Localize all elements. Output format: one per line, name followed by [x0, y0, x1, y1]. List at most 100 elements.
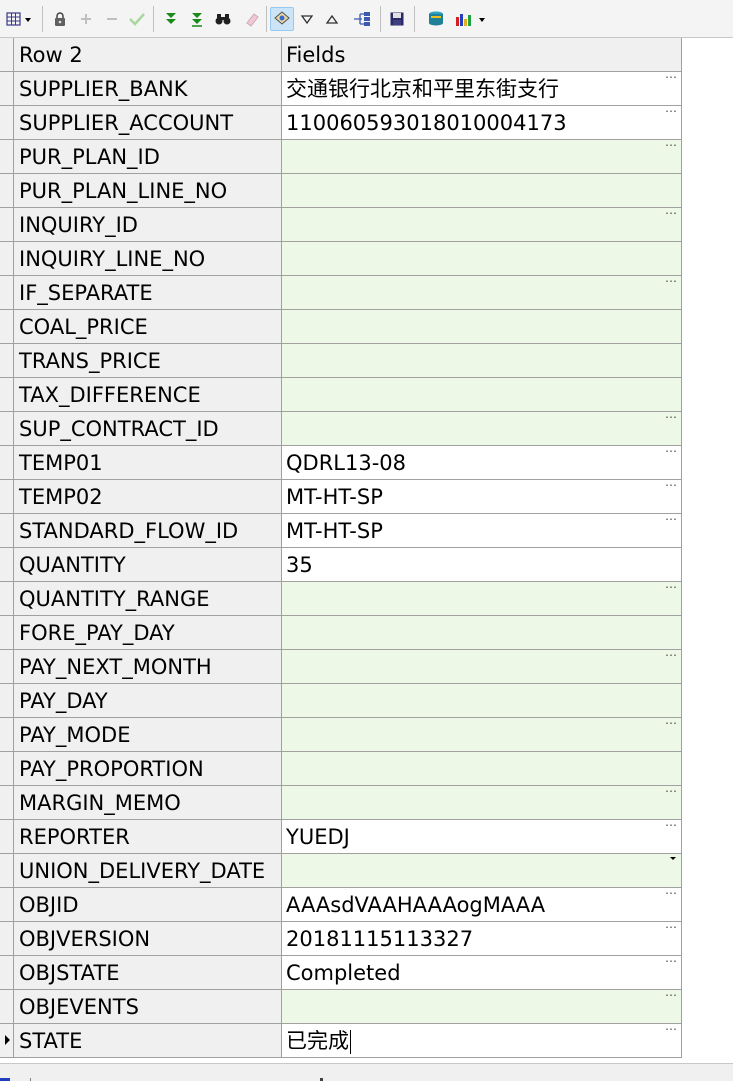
field-value-cell[interactable]: … [282, 276, 681, 309]
table-row[interactable]: COAL_PRICE [0, 310, 681, 344]
row-indicator[interactable] [0, 344, 14, 377]
field-value-cell[interactable] [282, 174, 681, 207]
field-value-cell[interactable]: MT-HT-SP… [282, 514, 681, 547]
row-indicator[interactable] [0, 684, 14, 717]
table-row[interactable]: STATE 已完成… [0, 1024, 681, 1058]
table-row[interactable]: OBJVERSION 20181115113327… [0, 922, 681, 956]
table-row[interactable]: QUANTITY_RANGE… [0, 582, 681, 616]
field-value-cell[interactable] [282, 854, 681, 887]
horizontal-scrollbar[interactable] [0, 1063, 733, 1081]
cell-ellipsis-button[interactable]: … [665, 718, 677, 728]
table-row[interactable]: REPORTER YUEDJ… [0, 820, 681, 854]
chart-icon[interactable] [453, 9, 489, 29]
table-row[interactable]: INQUIRY_ID… [0, 208, 681, 242]
field-value-cell[interactable] [282, 242, 681, 275]
table-row[interactable]: TEMP02 MT-HT-SP… [0, 480, 681, 514]
table-row[interactable]: QUANTITY 35 [0, 548, 681, 582]
remove-icon[interactable] [102, 9, 122, 29]
cell-ellipsis-button[interactable]: … [665, 514, 677, 524]
sort-desc-icon[interactable] [161, 9, 181, 29]
table-row[interactable]: INQUIRY_LINE_NO [0, 242, 681, 276]
filter-down-icon[interactable] [187, 9, 207, 29]
row-indicator[interactable] [0, 106, 14, 139]
row-indicator[interactable] [0, 378, 14, 411]
table-row[interactable]: STANDARD_FLOW_ID MT-HT-SP… [0, 514, 681, 548]
field-value-cell[interactable] [282, 344, 681, 377]
table-row[interactable]: UNION_DELIVERY_DATE [0, 854, 681, 888]
row-indicator[interactable] [0, 820, 14, 853]
cell-ellipsis-button[interactable]: … [665, 956, 677, 966]
field-value-cell[interactable]: … [282, 412, 681, 445]
cell-ellipsis-button[interactable]: … [665, 140, 677, 150]
cell-ellipsis-button[interactable]: … [665, 786, 677, 796]
row-indicator[interactable] [0, 548, 14, 581]
tree-icon[interactable] [352, 9, 372, 29]
field-value-cell[interactable]: QDRL13-08… [282, 446, 681, 479]
table-row[interactable]: OBJSTATE Completed… [0, 956, 681, 990]
row-indicator[interactable] [0, 208, 14, 241]
cell-ellipsis-button[interactable]: … [665, 582, 677, 592]
cell-ellipsis-button[interactable]: … [665, 480, 677, 490]
eraser-icon[interactable] [242, 9, 262, 29]
field-value-cell[interactable]: … [282, 582, 681, 615]
row-indicator[interactable] [0, 854, 14, 887]
cell-ellipsis-button[interactable]: … [665, 820, 677, 830]
cell-ellipsis-button[interactable]: … [665, 1024, 677, 1034]
row-indicator[interactable] [0, 650, 14, 683]
field-value-cell[interactable]: 交通银行北京和平里东街支行… [282, 72, 681, 105]
grid-view-icon[interactable] [4, 9, 34, 29]
cell-ellipsis-button[interactable]: … [665, 208, 677, 218]
check-icon[interactable] [127, 9, 147, 29]
field-value-cell[interactable]: YUEDJ… [282, 820, 681, 853]
row-indicator[interactable] [0, 990, 14, 1023]
table-row[interactable]: PAY_PROPORTION [0, 752, 681, 786]
row-indicator[interactable] [0, 922, 14, 955]
field-value-cell[interactable]: 已完成… [282, 1024, 681, 1057]
cell-ellipsis-button[interactable]: … [665, 72, 677, 82]
row-indicator[interactable] [0, 140, 14, 173]
cell-ellipsis-button[interactable]: … [665, 650, 677, 660]
field-value-cell[interactable]: … [282, 990, 681, 1023]
field-value-cell[interactable] [282, 310, 681, 343]
table-row[interactable]: PAY_MODE… [0, 718, 681, 752]
row-indicator[interactable] [0, 582, 14, 615]
row-indicator[interactable] [0, 888, 14, 921]
field-value-cell[interactable] [282, 752, 681, 785]
field-value-cell[interactable]: … [282, 786, 681, 819]
row-indicator[interactable] [0, 514, 14, 547]
row-indicator[interactable] [0, 276, 14, 309]
cell-ellipsis-button[interactable]: … [665, 412, 677, 422]
triangle-up-icon[interactable] [322, 9, 342, 29]
row-indicator[interactable] [0, 174, 14, 207]
row-indicator[interactable] [0, 786, 14, 819]
cell-ellipsis-button[interactable]: … [665, 446, 677, 456]
field-value-cell[interactable]: Completed… [282, 956, 681, 989]
row-indicator[interactable] [0, 72, 14, 105]
table-row[interactable]: TAX_DIFFERENCE [0, 378, 681, 412]
dropdown-arrow-icon[interactable] [670, 857, 676, 860]
table-row[interactable]: SUPPLIER_BANK 交通银行北京和平里东街支行… [0, 72, 681, 106]
field-value-cell[interactable]: … [282, 208, 681, 241]
row-indicator[interactable] [0, 752, 14, 785]
table-row[interactable]: IF_SEPARATE… [0, 276, 681, 310]
row-indicator[interactable] [0, 718, 14, 751]
table-row[interactable]: FORE_PAY_DAY [0, 616, 681, 650]
save-icon[interactable] [387, 9, 407, 29]
field-value-cell[interactable]: … [282, 140, 681, 173]
row-indicator[interactable] [0, 446, 14, 479]
add-icon[interactable] [76, 9, 96, 29]
table-row[interactable]: SUP_CONTRACT_ID… [0, 412, 681, 446]
row-indicator[interactable] [0, 480, 14, 513]
row-indicator[interactable] [0, 956, 14, 989]
row-indicator[interactable] [0, 310, 14, 343]
field-value-cell[interactable] [282, 378, 681, 411]
field-value-cell[interactable]: … [282, 718, 681, 751]
field-value-cell[interactable]: 35 [282, 548, 681, 581]
cell-ellipsis-button[interactable]: … [665, 990, 677, 1000]
table-row[interactable]: SUPPLIER_ACCOUNT 110060593018010004173… [0, 106, 681, 140]
row-indicator[interactable] [0, 412, 14, 445]
table-row[interactable]: PUR_PLAN_ID… [0, 140, 681, 174]
table-row[interactable]: PAY_DAY [0, 684, 681, 718]
field-value-cell[interactable] [282, 616, 681, 649]
table-row[interactable]: PUR_PLAN_LINE_NO [0, 174, 681, 208]
